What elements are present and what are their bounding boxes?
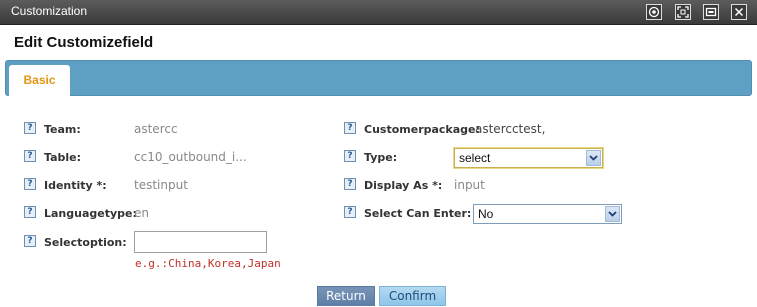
select-can-enter-select[interactable]: No bbox=[473, 204, 622, 224]
help-icon[interactable]: ? bbox=[344, 178, 356, 190]
window-title: Customization bbox=[11, 4, 88, 18]
selectoption-label: Selectoption: bbox=[44, 236, 127, 249]
close-icon[interactable] bbox=[731, 4, 747, 20]
customerpackage-label: Customerpackage: bbox=[364, 123, 480, 136]
help-icon[interactable]: ? bbox=[344, 150, 356, 162]
team-value: astercc bbox=[134, 122, 178, 136]
help-icon[interactable]: ? bbox=[344, 206, 356, 218]
help-icon[interactable]: ? bbox=[24, 178, 36, 190]
maximize-icon[interactable] bbox=[675, 4, 691, 20]
minimize-icon[interactable] bbox=[703, 4, 719, 20]
help-icon[interactable]: ? bbox=[344, 122, 356, 134]
help-icon[interactable]: ? bbox=[24, 150, 36, 162]
display-as-label: Display As *: bbox=[364, 179, 443, 192]
table-value: cc10_outbound_i... bbox=[134, 150, 247, 164]
table-label: Table: bbox=[44, 151, 82, 164]
dialog-body: Edit Customizefield Basic ? Team: asterc… bbox=[0, 25, 757, 307]
display-as-value: input bbox=[454, 178, 485, 192]
customerpackage-value: astercctest, bbox=[475, 122, 546, 136]
tab-basic[interactable]: Basic bbox=[9, 65, 70, 97]
return-button[interactable]: Return bbox=[317, 286, 375, 306]
languagetype-label: Languagetype: bbox=[44, 207, 137, 220]
identity-label: Identity *: bbox=[44, 179, 107, 192]
languagetype-value: en bbox=[134, 206, 149, 220]
window-titlebar[interactable]: Customization bbox=[0, 0, 757, 25]
chevron-down-icon[interactable] bbox=[586, 150, 601, 166]
chevron-down-icon[interactable] bbox=[605, 206, 620, 222]
select-can-enter-label: Select Can Enter: bbox=[364, 207, 472, 220]
tab-bar: Basic bbox=[5, 60, 752, 97]
help-icon[interactable]: ? bbox=[24, 122, 36, 134]
type-select[interactable]: select bbox=[454, 148, 603, 168]
type-select-value: select bbox=[459, 151, 491, 165]
identity-value: testinput bbox=[134, 178, 188, 192]
page-title: Edit Customizefield bbox=[14, 34, 154, 51]
restore-icon[interactable] bbox=[646, 4, 662, 20]
confirm-button[interactable]: Confirm bbox=[379, 286, 446, 306]
customization-window: Customization Edit Customizefield Basic … bbox=[0, 0, 757, 307]
type-label: Type: bbox=[364, 151, 398, 164]
select-can-enter-value: No bbox=[478, 207, 494, 221]
selectoption-input[interactable] bbox=[134, 231, 267, 253]
help-icon[interactable]: ? bbox=[24, 235, 36, 247]
team-label: Team: bbox=[44, 123, 81, 136]
selectoption-hint: e.g.:China,Korea,Japan bbox=[135, 257, 281, 270]
help-icon[interactable]: ? bbox=[24, 206, 36, 218]
